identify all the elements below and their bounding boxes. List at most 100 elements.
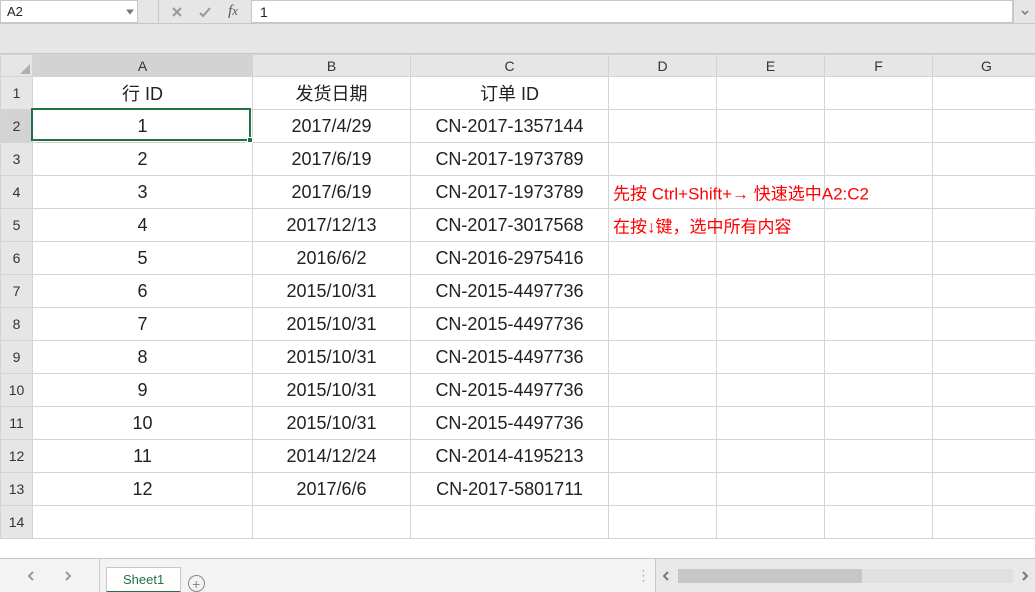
cell[interactable] — [825, 440, 933, 473]
cell[interactable]: 发货日期 — [253, 77, 411, 110]
cell[interactable] — [825, 110, 933, 143]
cell[interactable] — [933, 341, 1035, 374]
row-header[interactable]: 8 — [1, 308, 33, 341]
cell[interactable]: CN-2017-1973789 — [411, 176, 609, 209]
cell[interactable] — [609, 341, 717, 374]
cell[interactable]: 2015/10/31 — [253, 407, 411, 440]
cell[interactable] — [933, 176, 1035, 209]
cell[interactable] — [933, 374, 1035, 407]
cell[interactable] — [933, 143, 1035, 176]
cell[interactable] — [825, 242, 933, 275]
cell[interactable]: 7 — [33, 308, 253, 341]
cell[interactable] — [933, 209, 1035, 242]
cell[interactable] — [609, 77, 717, 110]
row-header[interactable]: 9 — [1, 341, 33, 374]
cell[interactable]: 2015/10/31 — [253, 341, 411, 374]
cell[interactable]: 2015/10/31 — [253, 308, 411, 341]
cell[interactable] — [933, 407, 1035, 440]
row-header[interactable]: 11 — [1, 407, 33, 440]
cell[interactable] — [717, 242, 825, 275]
cell[interactable]: CN-2017-1973789 — [411, 143, 609, 176]
cell[interactable] — [825, 308, 933, 341]
cell[interactable] — [825, 473, 933, 506]
cell[interactable] — [609, 374, 717, 407]
cell[interactable] — [717, 440, 825, 473]
cell[interactable]: 1 — [33, 110, 253, 143]
cell[interactable] — [609, 242, 717, 275]
enter-button[interactable] — [191, 1, 219, 23]
cell[interactable] — [609, 506, 717, 539]
cell[interactable]: 4 — [33, 209, 253, 242]
cell[interactable] — [825, 374, 933, 407]
column-header[interactable]: G — [933, 55, 1035, 77]
cell[interactable]: 8 — [33, 341, 253, 374]
cell[interactable] — [609, 143, 717, 176]
cell[interactable]: CN-2014-4195213 — [411, 440, 609, 473]
cell[interactable] — [717, 143, 825, 176]
cell[interactable] — [825, 506, 933, 539]
hscroll-track[interactable] — [678, 569, 1013, 583]
hscroll-left-button[interactable] — [656, 559, 676, 592]
name-box[interactable]: A2 — [0, 0, 138, 23]
cell[interactable] — [933, 440, 1035, 473]
insert-function-button[interactable]: fx — [219, 1, 247, 23]
cell[interactable] — [825, 341, 933, 374]
hscroll-thumb[interactable] — [678, 569, 862, 583]
cell[interactable]: CN-2015-4497736 — [411, 308, 609, 341]
cell[interactable] — [933, 77, 1035, 110]
column-header[interactable]: F — [825, 55, 933, 77]
cell[interactable]: 2017/6/19 — [253, 143, 411, 176]
row-header[interactable]: 12 — [1, 440, 33, 473]
cell[interactable] — [825, 275, 933, 308]
cell[interactable]: 11 — [33, 440, 253, 473]
cell[interactable]: 9 — [33, 374, 253, 407]
cell[interactable] — [717, 275, 825, 308]
cell[interactable]: 2015/10/31 — [253, 275, 411, 308]
cell[interactable]: 2017/6/19 — [253, 176, 411, 209]
cell[interactable]: CN-2017-1357144 — [411, 110, 609, 143]
cell[interactable] — [253, 506, 411, 539]
cell[interactable]: CN-2017-3017568 — [411, 209, 609, 242]
cell[interactable]: 2016/6/2 — [253, 242, 411, 275]
cell[interactable]: CN-2015-4497736 — [411, 341, 609, 374]
horizontal-scrollbar[interactable] — [655, 559, 1035, 592]
cell[interactable] — [933, 308, 1035, 341]
cell[interactable] — [825, 77, 933, 110]
column-header[interactable]: D — [609, 55, 717, 77]
row-header[interactable]: 13 — [1, 473, 33, 506]
cell[interactable] — [825, 209, 933, 242]
cell[interactable]: CN-2017-5801711 — [411, 473, 609, 506]
cell[interactable] — [609, 473, 717, 506]
cell[interactable] — [717, 308, 825, 341]
cell[interactable] — [825, 407, 933, 440]
cell[interactable] — [609, 308, 717, 341]
cell[interactable]: 2017/12/13 — [253, 209, 411, 242]
cell[interactable]: CN-2015-4497736 — [411, 374, 609, 407]
row-header[interactable]: 1 — [1, 77, 33, 110]
cell[interactable]: 2017/4/29 — [253, 110, 411, 143]
row-header[interactable]: 6 — [1, 242, 33, 275]
cell[interactable]: 12 — [33, 473, 253, 506]
cell[interactable]: 5 — [33, 242, 253, 275]
add-sheet-button[interactable]: + — [181, 575, 211, 592]
cell[interactable] — [933, 275, 1035, 308]
cell[interactable] — [717, 473, 825, 506]
tab-scroll-next-icon[interactable] — [63, 570, 73, 582]
cell[interactable]: 10 — [33, 407, 253, 440]
cell[interactable]: CN-2016-2975416 — [411, 242, 609, 275]
cell[interactable] — [717, 407, 825, 440]
sheet-grid[interactable]: ABCDEFG1行 ID发货日期订单 ID212017/4/29CN-2017-… — [0, 54, 1035, 558]
cell[interactable] — [933, 506, 1035, 539]
cell[interactable] — [609, 110, 717, 143]
cell[interactable]: 2 — [33, 143, 253, 176]
row-header[interactable]: 3 — [1, 143, 33, 176]
cell[interactable] — [717, 77, 825, 110]
cell[interactable]: CN-2015-4497736 — [411, 275, 609, 308]
row-header[interactable]: 7 — [1, 275, 33, 308]
column-header[interactable]: B — [253, 55, 411, 77]
cell[interactable]: 3 — [33, 176, 253, 209]
cell[interactable]: 行 ID — [33, 77, 253, 110]
cell[interactable] — [411, 506, 609, 539]
cell[interactable] — [717, 374, 825, 407]
cell[interactable]: 2015/10/31 — [253, 374, 411, 407]
